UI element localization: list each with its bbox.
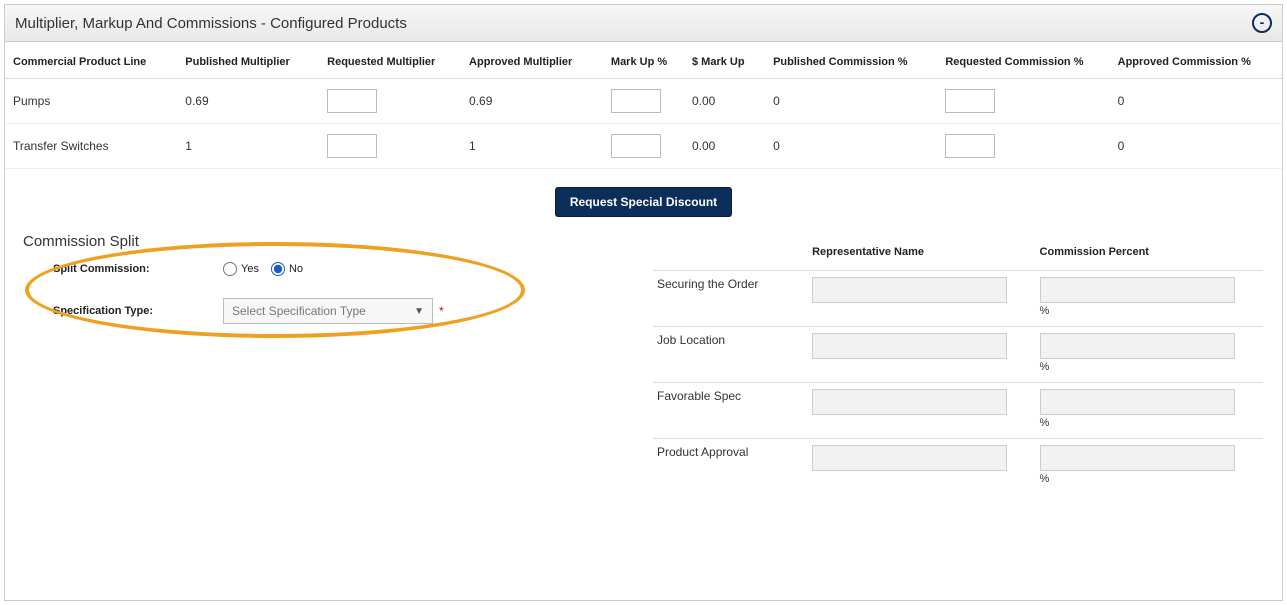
commission-pct-field (1040, 333, 1235, 359)
split-commission-label: Split Commission: (23, 263, 223, 275)
col-rep-name: Representative Name (808, 240, 1035, 271)
cell-dolmark: 0.00 (684, 79, 765, 124)
cell-pubcomm: 0 (765, 124, 937, 169)
panel-header: Multiplier, Markup And Commissions - Con… (5, 5, 1282, 42)
col-approved-commission: Approved Commission % (1110, 46, 1282, 79)
collapse-button[interactable]: - (1252, 13, 1272, 33)
col-comm-pct: Commission Percent (1036, 240, 1263, 271)
pct-suffix: % (1040, 471, 1259, 485)
split-row-label: Securing the Order (653, 271, 808, 327)
chevron-down-icon: ▼ (414, 306, 424, 317)
col-dollar-markup: $ Mark Up (684, 46, 765, 79)
cell-pubcomm: 0 (765, 79, 937, 124)
commission-pct-field (1040, 445, 1235, 471)
requested-multiplier-input[interactable] (327, 89, 377, 113)
split-commission-radios: Yes No (223, 262, 311, 276)
cell-line: Transfer Switches (5, 124, 177, 169)
markup-pct-input[interactable] (611, 89, 661, 113)
pct-suffix: % (1040, 359, 1259, 373)
multiplier-grid: Commercial Product Line Published Multip… (5, 46, 1282, 169)
pct-suffix: % (1040, 415, 1259, 429)
cell-line: Pumps (5, 79, 177, 124)
col-requested-commission: Requested Commission % (937, 46, 1109, 79)
split-no-label: No (289, 263, 303, 275)
requested-commission-input[interactable] (945, 89, 995, 113)
col-published-commission: Published Commission % (765, 46, 937, 79)
minus-icon: - (1260, 15, 1265, 29)
split-row: Favorable Spec % (653, 383, 1263, 439)
commission-pct-field (1040, 389, 1235, 415)
rep-name-field (812, 277, 1007, 303)
cell-pubmul: 0.69 (177, 79, 319, 124)
split-row-label: Favorable Spec (653, 383, 808, 439)
pct-suffix: % (1040, 303, 1259, 317)
cell-pubmul: 1 (177, 124, 319, 169)
split-row-label: Product Approval (653, 439, 808, 495)
cell-dolmark: 0.00 (684, 124, 765, 169)
commission-split-table: Representative Name Commission Percent S… (653, 240, 1263, 495)
request-special-discount-button[interactable]: Request Special Discount (555, 187, 732, 217)
rep-name-field (812, 389, 1007, 415)
split-yes-label: Yes (241, 263, 259, 275)
commission-split-form: Split Commission: Yes No Specification T… (5, 256, 1282, 590)
spec-type-select[interactable]: Select Specification Type ▼ (223, 298, 433, 324)
panel-body: Commercial Product Line Published Multip… (5, 46, 1282, 600)
col-requested-multiplier: Requested Multiplier (319, 46, 461, 79)
split-row: Product Approval % (653, 439, 1263, 495)
split-yes-radio[interactable] (223, 262, 237, 276)
table-row: Pumps 0.69 0.69 0.00 0 0 (5, 79, 1282, 124)
required-indicator: * (439, 304, 444, 318)
markup-pct-input[interactable] (611, 134, 661, 158)
col-approved-multiplier: Approved Multiplier (461, 46, 603, 79)
cell-apprcomm: 0 (1110, 79, 1282, 124)
rep-name-field (812, 445, 1007, 471)
configured-products-panel: Multiplier, Markup And Commissions - Con… (4, 4, 1283, 601)
split-row: Job Location % (653, 327, 1263, 383)
cell-apprmul: 1 (461, 124, 603, 169)
table-row: Transfer Switches 1 1 0.00 0 0 (5, 124, 1282, 169)
rep-name-field (812, 333, 1007, 359)
col-published-multiplier: Published Multiplier (177, 46, 319, 79)
spec-type-placeholder: Select Specification Type (232, 304, 366, 318)
col-commercial-line: Commercial Product Line (5, 46, 177, 79)
split-no-radio[interactable] (271, 262, 285, 276)
action-row: Request Special Discount (5, 179, 1282, 229)
col-markup-pct: Mark Up % (603, 46, 684, 79)
cell-apprmul: 0.69 (461, 79, 603, 124)
spec-type-label: Specification Type: (23, 305, 223, 317)
commission-pct-field (1040, 277, 1235, 303)
panel-title: Multiplier, Markup And Commissions - Con… (15, 15, 407, 32)
cell-apprcomm: 0 (1110, 124, 1282, 169)
split-row-label: Job Location (653, 327, 808, 383)
requested-commission-input[interactable] (945, 134, 995, 158)
split-row: Securing the Order % (653, 271, 1263, 327)
requested-multiplier-input[interactable] (327, 134, 377, 158)
